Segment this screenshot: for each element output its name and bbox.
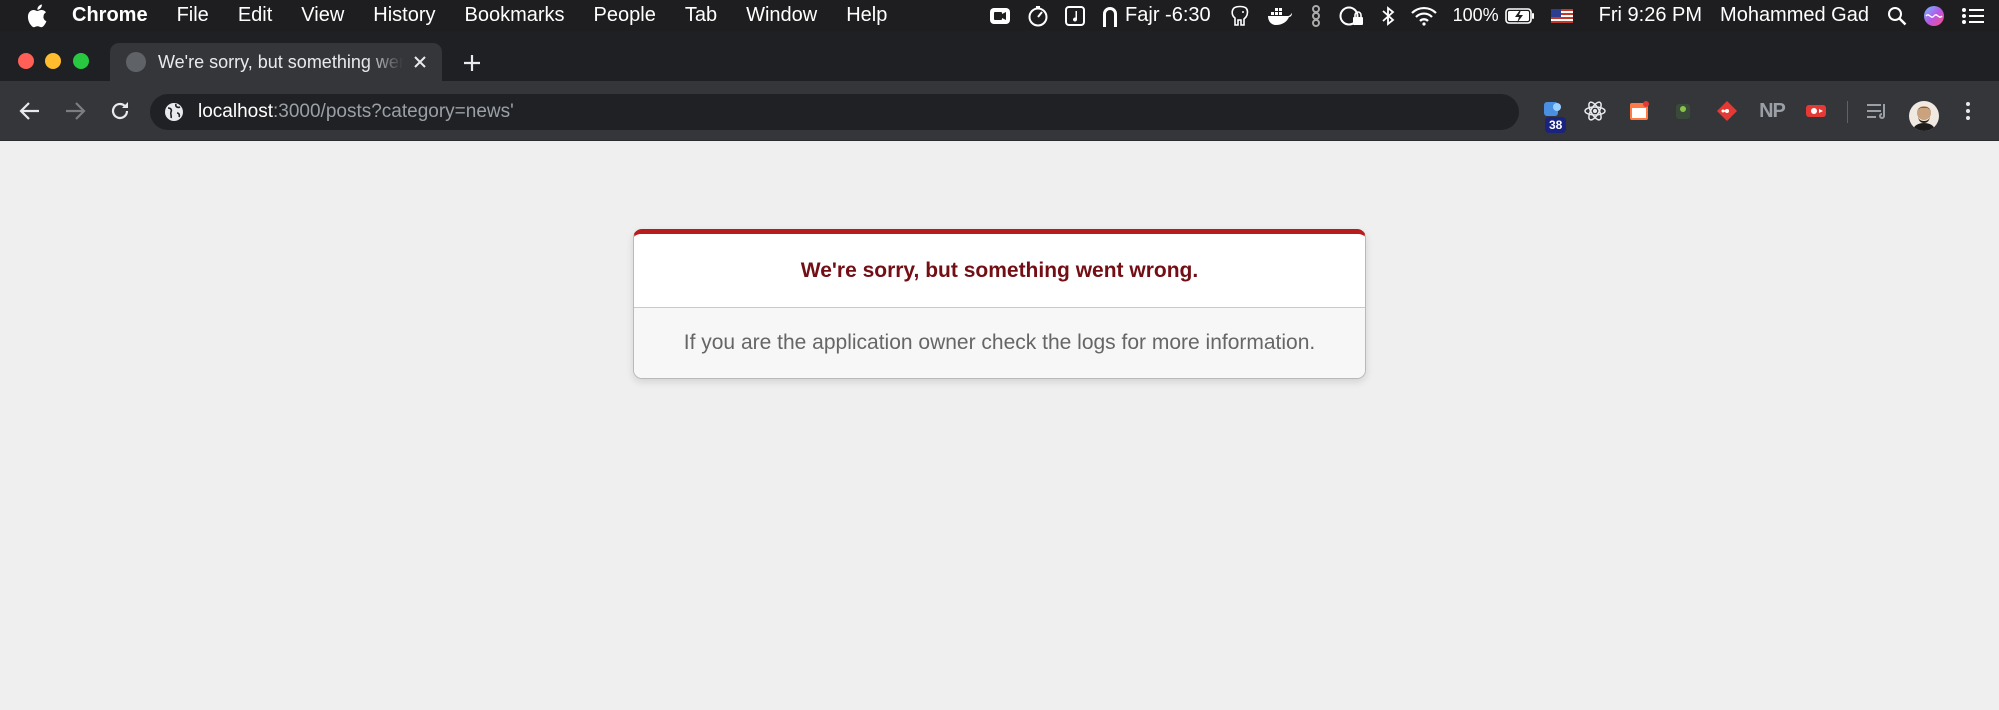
user-name[interactable]: Mohammed Gad [1720,4,1869,27]
status-area: Fajr -6:30 100% Fri 9:26 PM Mohammed Gad [989,0,1999,31]
menu-edit[interactable]: Edit [238,4,272,27]
menu-bookmarks[interactable]: Bookmarks [465,4,565,27]
error-heading: We're sorry, but something went wrong. [634,234,1365,308]
error-dialog: We're sorry, but something went wrong. I… [633,229,1366,379]
np-extension-label: NP [1759,99,1786,122]
us-flag-icon[interactable] [1550,0,1573,31]
apple-icon[interactable] [27,4,49,28]
toolbar-divider [1847,101,1848,123]
react-devtools-icon[interactable] [1582,98,1608,124]
np-extension-icon[interactable]: NP [1757,98,1787,124]
menu-bar: Chrome File Edit View History Bookmarks … [0,0,1999,31]
tab-close-icon[interactable] [410,52,430,72]
forward-button[interactable] [61,97,89,125]
keyboard-extension-icon[interactable] [1670,98,1696,124]
menu-tab[interactable]: Tab [685,4,717,27]
video-extension-icon[interactable] [1803,98,1829,124]
git-extension-icon[interactable] [1714,98,1740,124]
prayer-time[interactable]: Fajr -6:30 [1125,4,1211,27]
menu-window[interactable]: Window [746,4,817,27]
window-close-button[interactable] [18,53,34,69]
url-host: localhost [198,101,273,122]
clock[interactable]: Fri 9:26 PM [1599,4,1702,27]
menu-history[interactable]: History [373,4,435,27]
reading-list-icon[interactable] [1864,98,1890,124]
tab-active[interactable]: We're sorry, but something went wrong [110,43,442,81]
profile-avatar[interactable] [1909,101,1939,131]
menu-app-name[interactable]: Chrome [72,4,148,27]
calendar-extension-icon[interactable] [1626,98,1652,124]
menu-view[interactable]: View [301,4,344,27]
spotlight-search-icon[interactable] [1887,0,1907,31]
mosque-icon[interactable] [1101,0,1119,31]
url-text[interactable]: localhost:3000/posts?category=news' [198,101,514,123]
pipeline-icon[interactable] [1309,0,1323,31]
menu-people[interactable]: People [594,4,656,27]
notification-center-icon[interactable] [1961,0,1985,31]
docker-icon[interactable] [1267,0,1293,31]
back-button[interactable] [16,97,44,125]
vpn-lock-icon[interactable] [1339,0,1365,31]
battery-percent[interactable]: 100% [1453,5,1499,26]
tab-strip: We're sorry, but something went wrong [0,31,1999,81]
address-bar[interactable]: localhost:3000/posts?category=news' [150,94,1519,130]
browser-toolbar: localhost:3000/posts?category=news' 38 N… [0,81,1999,141]
siri-icon[interactable] [1923,0,1945,31]
battery-charging-icon[interactable] [1504,0,1535,31]
url-path: :3000/posts?category=news' [273,101,514,122]
new-tab-button[interactable] [461,52,483,74]
bluetooth-icon[interactable] [1381,0,1395,31]
globe-favicon-icon [126,52,146,72]
error-message: If you are the application owner check t… [634,308,1365,378]
more-menu-icon[interactable] [1955,98,1981,124]
postgres-elephant-icon[interactable] [1229,0,1251,31]
wifi-icon[interactable] [1410,0,1437,31]
reload-button[interactable] [106,97,134,125]
window-minimize-button[interactable] [45,53,61,69]
video-camera-icon[interactable] [989,0,1011,31]
extension-badge-count: 38 [1545,117,1567,133]
music-note-icon[interactable] [1065,0,1086,31]
menu-file[interactable]: File [177,4,209,27]
window-zoom-button[interactable] [73,53,89,69]
timer-icon[interactable] [1027,0,1049,31]
globe-icon[interactable] [164,102,184,122]
tab-title: We're sorry, but something went wrong [158,51,403,72]
menu-help[interactable]: Help [846,4,887,27]
